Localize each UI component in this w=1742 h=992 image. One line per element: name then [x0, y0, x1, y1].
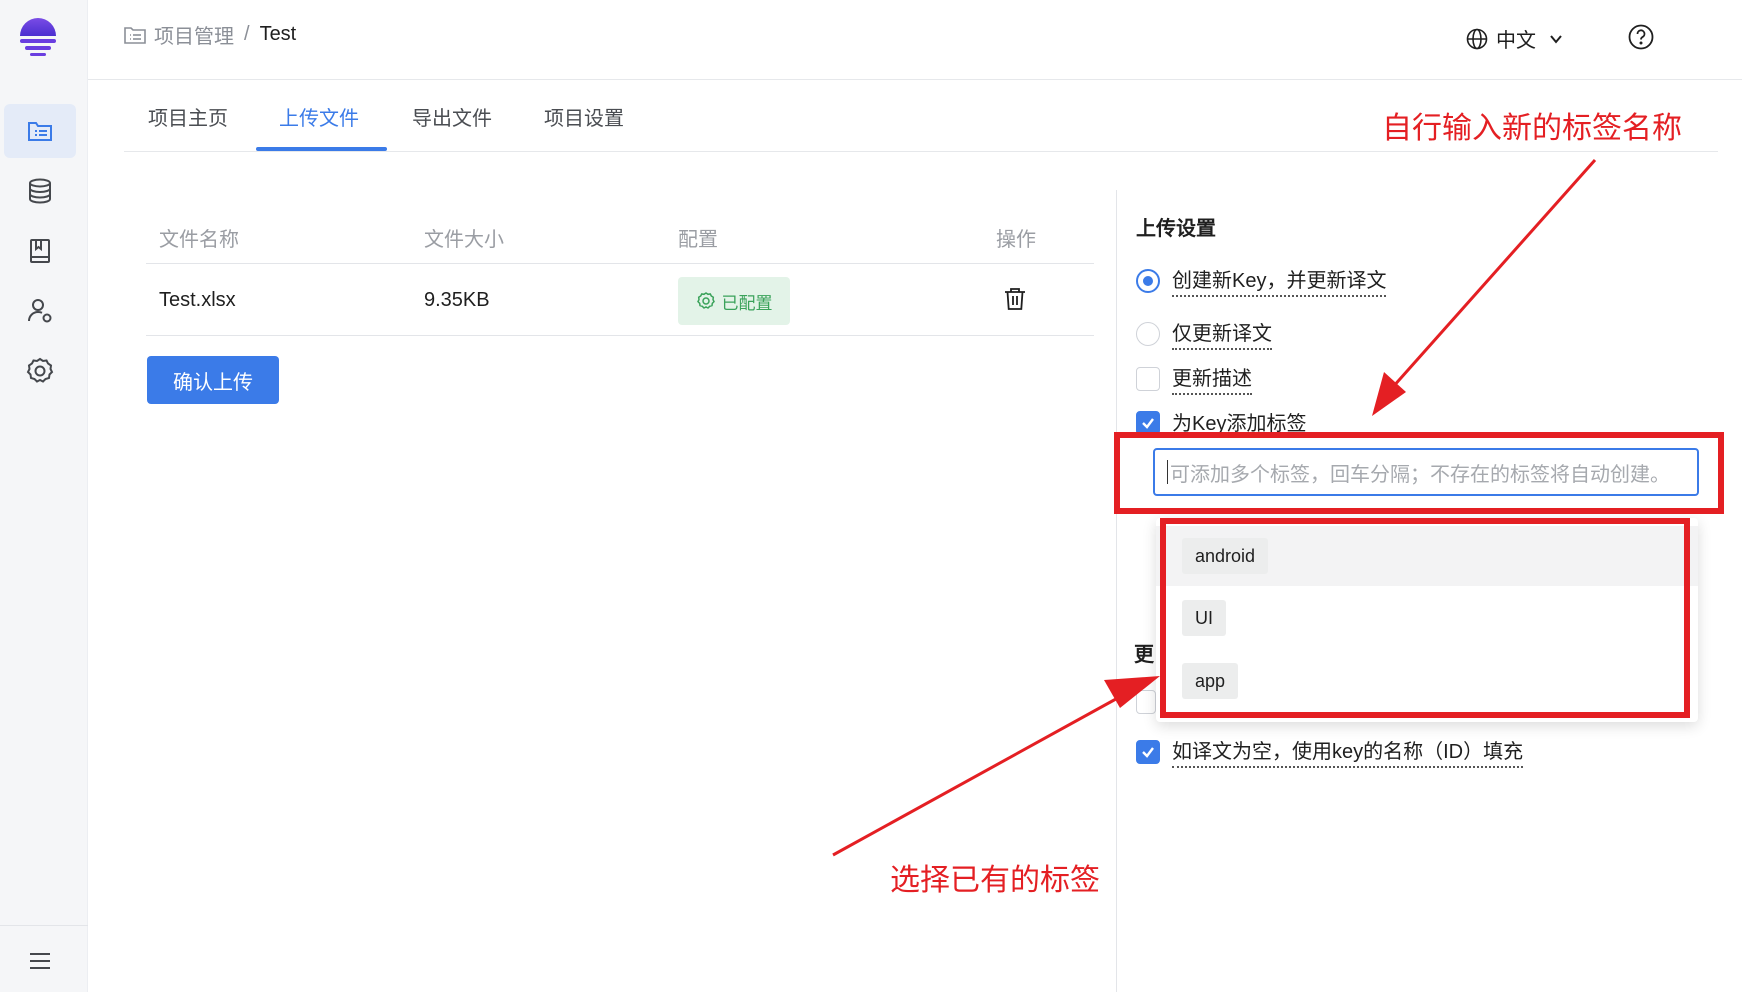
breadcrumb-separator: / [244, 23, 250, 45]
partially-hidden-checkbox[interactable] [1136, 690, 1156, 714]
breadcrumb: 项目管理 / Test [124, 20, 296, 49]
option-fill-empty[interactable]: 如译文为空，使用key的名称（ID）填充 [1136, 735, 1524, 768]
option-update-only-label: 仅更新译文 [1172, 317, 1272, 350]
column-header-file-name: 文件名称 [159, 229, 239, 251]
tab-export-file[interactable]: 导出文件 [412, 102, 492, 131]
annotation-text-existing-tag: 选择已有的标签 [890, 864, 1100, 897]
tab-upload-file[interactable]: 上传文件 [279, 102, 359, 131]
file-size-cell: 9.35KB [424, 289, 490, 311]
radio-create-new-key[interactable] [1136, 268, 1160, 293]
checkbox-fill-empty[interactable] [1136, 739, 1160, 764]
check-icon [1142, 417, 1154, 429]
partially-hidden-section-title: 更 [1134, 644, 1154, 666]
confirm-upload-button[interactable]: 确认上传 [147, 356, 279, 404]
database-icon [29, 178, 51, 204]
upload-settings-title: 上传设置 [1136, 218, 1216, 240]
annotation-arrow-existing-tag [832, 676, 1160, 857]
sidebar-item-members[interactable] [4, 284, 76, 338]
checkbox-update-description[interactable] [1136, 366, 1160, 391]
option-update-description[interactable]: 更新描述 [1136, 362, 1252, 395]
sidebar-divider [0, 925, 88, 926]
chevron-down-icon [1550, 34, 1562, 44]
tab-project-home[interactable]: 项目主页 [148, 102, 228, 131]
breadcrumb-project-management[interactable]: 项目管理 [154, 20, 234, 49]
option-update-description-label: 更新描述 [1172, 362, 1252, 395]
check-icon [1142, 746, 1154, 758]
annotation-box-tag-input [1114, 432, 1724, 514]
folder-list-icon [124, 26, 146, 44]
option-update-only[interactable]: 仅更新译文 [1136, 317, 1272, 350]
column-header-actions: 操作 [996, 229, 1036, 251]
sidebar-item-database[interactable] [4, 164, 76, 218]
option-create-new-key-label: 创建新Key，并更新译文 [1172, 264, 1387, 297]
sidebar-collapse-button[interactable] [4, 934, 76, 988]
user-settings-icon [28, 299, 52, 323]
checkbox-add-tags[interactable] [1136, 410, 1160, 435]
radio-update-only[interactable] [1136, 321, 1160, 346]
panel-divider [1116, 190, 1117, 992]
help-icon[interactable] [1628, 24, 1654, 50]
annotation-text-new-tag: 自行输入新的标签名称 [1382, 112, 1682, 145]
option-fill-empty-label: 如译文为空，使用key的名称（ID）填充 [1172, 735, 1524, 768]
language-selector[interactable]: 中文 [1466, 24, 1564, 53]
delete-icon[interactable] [1004, 287, 1026, 311]
column-header-config: 配置 [678, 229, 718, 251]
annotation-box-tag-options [1160, 518, 1690, 718]
top-header: 项目管理 / Test 中文 [88, 0, 1742, 80]
column-header-file-size: 文件大小 [424, 229, 504, 251]
config-status-label: 已配置 [721, 293, 773, 313]
sidebar-item-settings[interactable] [4, 344, 76, 398]
sidebar-item-projects[interactable] [4, 104, 76, 158]
active-tab-indicator [256, 147, 387, 151]
project-list-icon [28, 122, 52, 141]
globe-icon [1466, 28, 1488, 49]
menu-icon [30, 953, 50, 969]
tab-project-settings[interactable]: 项目设置 [544, 102, 624, 131]
sidebar [0, 0, 88, 992]
annotation-arrow-new-tag [1372, 159, 1597, 416]
book-icon [30, 239, 50, 263]
gear-icon [26, 357, 54, 383]
language-label: 中文 [1496, 30, 1536, 52]
row-divider [146, 335, 1094, 336]
header-divider [146, 263, 1094, 264]
sidebar-item-glossary[interactable] [4, 224, 76, 278]
config-status-badge[interactable]: 已配置 [678, 277, 790, 325]
app-logo[interactable] [18, 16, 58, 60]
file-name-cell: Test.xlsx [159, 289, 236, 311]
option-create-new-key[interactable]: 创建新Key，并更新译文 [1136, 264, 1387, 297]
config-gear-icon [696, 292, 715, 309]
breadcrumb-current: Test [259, 23, 297, 45]
